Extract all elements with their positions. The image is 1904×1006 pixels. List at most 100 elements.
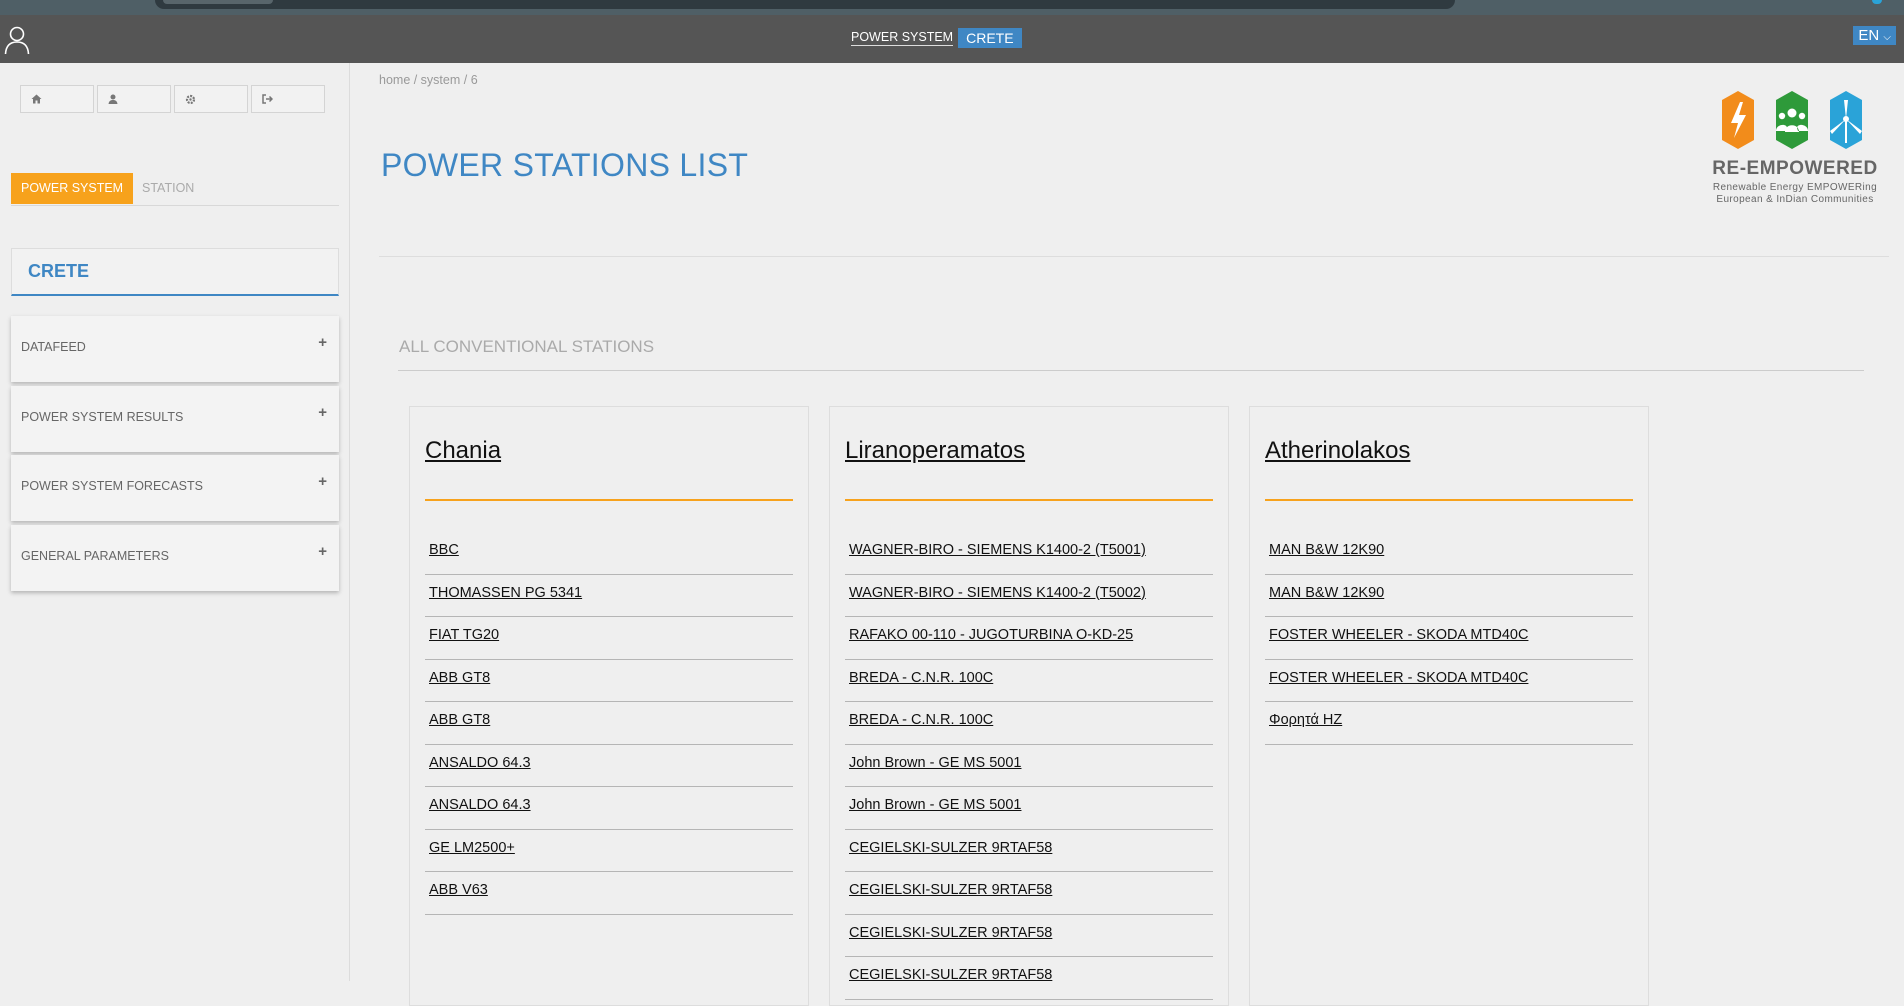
logout-button[interactable]: [251, 85, 325, 113]
list-item: FOSTER WHEELER - SKODA MTD40C: [1265, 661, 1633, 702]
accordion-label: POWER SYSTEM RESULTS: [21, 410, 184, 424]
list-item: MAN B&W 12K90: [1265, 533, 1633, 575]
unit-link[interactable]: THOMASSEN PG 5341: [429, 585, 582, 601]
card-separator: [425, 499, 793, 501]
list-item: RAFAKO 00-110 - JUGOTURBINA O-KD-25: [845, 618, 1213, 660]
home-icon: [31, 94, 42, 104]
top-bar: [155, 0, 1455, 9]
list-item: BREDA - C.N.R. 100C: [845, 703, 1213, 745]
header-label: POWER SYSTEM: [851, 30, 954, 46]
language-label: EN: [1858, 27, 1880, 44]
accordion-power-system-forecasts[interactable]: POWER SYSTEM FORECASTS +: [11, 455, 339, 521]
plus-icon: +: [318, 404, 327, 421]
profile-button[interactable]: [97, 85, 171, 113]
unit-link[interactable]: RAFAKO 00-110 - JUGOTURBINA O-KD-25: [849, 627, 1133, 643]
home-button[interactable]: [20, 85, 94, 113]
app-header: POWER SYSTEM CRETE EN ⌵: [0, 15, 1904, 63]
list-item: ANSALDO 64.3: [425, 746, 793, 787]
user-icon: [108, 94, 118, 104]
list-item: Φορητά HZ: [1265, 703, 1633, 745]
unit-link[interactable]: John Brown - GE MS 5001: [849, 755, 1021, 771]
list-item: CEGIELSKI-SULZER 9RTAF58: [845, 873, 1213, 915]
unit-list: BBC THOMASSEN PG 5341 FIAT TG20 ABB GT8 …: [425, 533, 793, 916]
unit-link[interactable]: WAGNER-BIRO - SIEMENS K1400-2 (T5001): [849, 542, 1146, 558]
unit-link[interactable]: CEGIELSKI-SULZER 9RTAF58: [849, 925, 1052, 941]
list-item: ABB GT8: [425, 703, 793, 745]
plus-icon: +: [318, 334, 327, 351]
unit-link[interactable]: FIAT TG20: [429, 627, 499, 643]
station-card-atherinolakos: Atherinolakos MAN B&W 12K90 MAN B&W 12K9…: [1249, 406, 1649, 1006]
unit-link[interactable]: MAN B&W 12K90: [1269, 542, 1384, 558]
list-item: ABB GT8: [425, 661, 793, 702]
sidebar-icon-buttons: [20, 85, 325, 113]
unit-link[interactable]: ABB GT8: [429, 670, 490, 686]
station-card-chania: Chania BBC THOMASSEN PG 5341 FIAT TG20 A…: [409, 406, 809, 1006]
unit-link[interactable]: ABB GT8: [429, 712, 490, 728]
user-icon[interactable]: [4, 25, 30, 55]
tab-power-system[interactable]: POWER SYSTEM: [11, 173, 134, 204]
tab-station[interactable]: STATION: [132, 173, 204, 204]
unit-link[interactable]: ABB V63: [429, 882, 488, 898]
system-name-box: CRETE: [11, 248, 339, 296]
unit-link[interactable]: John Brown - GE MS 5001: [849, 797, 1021, 813]
divider: [398, 370, 1864, 371]
station-link[interactable]: Chania: [425, 437, 501, 465]
section-title: ALL CONVENTIONAL STATIONS: [399, 337, 655, 356]
settings-button[interactable]: [174, 85, 248, 113]
logo-subtitle-2: European & InDian Communities: [1716, 194, 1874, 205]
chevron-down-icon: ⌵: [1883, 32, 1891, 43]
unit-link[interactable]: GE LM2500+: [429, 840, 515, 856]
header-system-badge[interactable]: CRETE: [958, 28, 1022, 48]
unit-link[interactable]: CEGIELSKI-SULZER 9RTAF58: [849, 840, 1052, 856]
accordion-label: GENERAL PARAMETERS: [21, 549, 169, 563]
list-item: FIAT TG20: [425, 618, 793, 660]
breadcrumb[interactable]: home / system / 6: [379, 73, 478, 87]
accordion-datafeed[interactable]: DATAFEED +: [11, 316, 339, 382]
station-link[interactable]: Liranoperamatos: [845, 437, 1025, 465]
sign-out-icon: [262, 94, 273, 104]
unit-list: MAN B&W 12K90 MAN B&W 12K90 FOSTER WHEEL…: [1265, 533, 1633, 746]
unit-link[interactable]: ANSALDO 64.3: [429, 797, 531, 813]
list-item: THOMASSEN PG 5341: [425, 576, 793, 617]
system-name: CRETE: [28, 261, 90, 281]
logo-hexagons-icon: [1722, 91, 1862, 149]
accordion-power-system-results[interactable]: POWER SYSTEM RESULTS +: [11, 386, 339, 452]
list-item: CEGIELSKI-SULZER 9RTAF58: [845, 958, 1213, 1000]
unit-link[interactable]: CEGIELSKI-SULZER 9RTAF58: [849, 882, 1052, 898]
unit-link[interactable]: MAN B&W 12K90: [1269, 585, 1384, 601]
gear-icon: [185, 94, 196, 104]
logo-title: RE-EMPOWERED: [1712, 158, 1878, 179]
top-bar-tab: [163, 0, 273, 4]
list-item: ABB V63: [425, 873, 793, 915]
header-context: POWER SYSTEM CRETE: [851, 27, 1022, 49]
re-empowered-logo: RE-EMPOWERED Renewable Energy EMPOWERing…: [1700, 88, 1890, 208]
list-item: FOSTER WHEELER - SKODA MTD40C: [1265, 618, 1633, 660]
list-item: CEGIELSKI-SULZER 9RTAF58: [845, 831, 1213, 872]
unit-link[interactable]: BBC: [429, 542, 459, 558]
top-indicator: [1872, 0, 1882, 4]
card-separator: [1265, 499, 1633, 501]
card-separator: [845, 499, 1213, 501]
sidebar: POWER SYSTEM STATION CRETE DATAFEED + PO…: [0, 63, 350, 981]
unit-link[interactable]: BREDA - C.N.R. 100C: [849, 712, 993, 728]
list-item: MAN B&W 12K90: [1265, 576, 1633, 617]
list-item: John Brown - GE MS 5001: [845, 746, 1213, 787]
sidebar-tabs: POWER SYSTEM STATION: [11, 173, 339, 206]
page-title: POWER STATIONS LIST: [381, 147, 749, 183]
unit-link[interactable]: FOSTER WHEELER - SKODA MTD40C: [1269, 627, 1528, 643]
list-item: ANSALDO 64.3: [425, 788, 793, 830]
station-link[interactable]: Atherinolakos: [1265, 437, 1410, 465]
list-item: BREDA - C.N.R. 100C: [845, 661, 1213, 702]
unit-link[interactable]: WAGNER-BIRO - SIEMENS K1400-2 (T5002): [849, 585, 1146, 601]
list-item: John Brown - GE MS 5001: [845, 788, 1213, 830]
language-selector[interactable]: EN ⌵: [1853, 26, 1896, 45]
list-item: WAGNER-BIRO - SIEMENS K1400-2 (T5001): [845, 533, 1213, 575]
browser-top-strip: [0, 0, 1904, 15]
unit-link[interactable]: Φορητά HZ: [1269, 712, 1342, 728]
unit-link[interactable]: ANSALDO 64.3: [429, 755, 531, 771]
unit-link[interactable]: BREDA - C.N.R. 100C: [849, 670, 993, 686]
list-item: WAGNER-BIRO - SIEMENS K1400-2 (T5002): [845, 576, 1213, 617]
accordion-general-parameters[interactable]: GENERAL PARAMETERS +: [11, 525, 339, 591]
divider: [379, 256, 1889, 257]
unit-link[interactable]: FOSTER WHEELER - SKODA MTD40C: [1269, 670, 1528, 686]
